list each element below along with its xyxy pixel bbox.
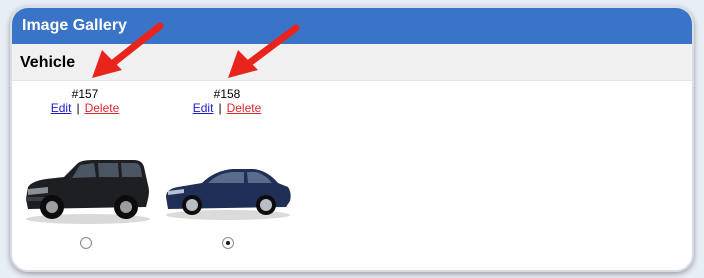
select-radio-158[interactable] <box>222 237 234 249</box>
item-actions: Edit | Delete <box>20 101 150 115</box>
annotation-arrow-icon <box>92 22 164 78</box>
edit-link[interactable]: Edit <box>193 101 214 115</box>
item-id: #157 <box>71 87 99 101</box>
annotation-arrow-icon <box>228 24 300 78</box>
black-suv-image[interactable] <box>22 155 154 225</box>
gallery: #157 Edit | Delete #158 Edit | Delete <box>12 81 692 270</box>
separator: | <box>76 101 80 115</box>
select-radio-157[interactable] <box>80 237 92 249</box>
edit-link[interactable]: Edit <box>51 101 72 115</box>
item-actions: Edit | Delete <box>162 101 292 115</box>
blue-coupe-image[interactable] <box>162 163 294 221</box>
separator: | <box>218 101 222 115</box>
gallery-item: #157 Edit | Delete <box>20 87 150 115</box>
delete-link[interactable]: Delete <box>85 101 120 115</box>
item-id: #158 <box>213 87 241 101</box>
gallery-item: #158 Edit | Delete <box>162 87 292 115</box>
delete-link[interactable]: Delete <box>227 101 262 115</box>
